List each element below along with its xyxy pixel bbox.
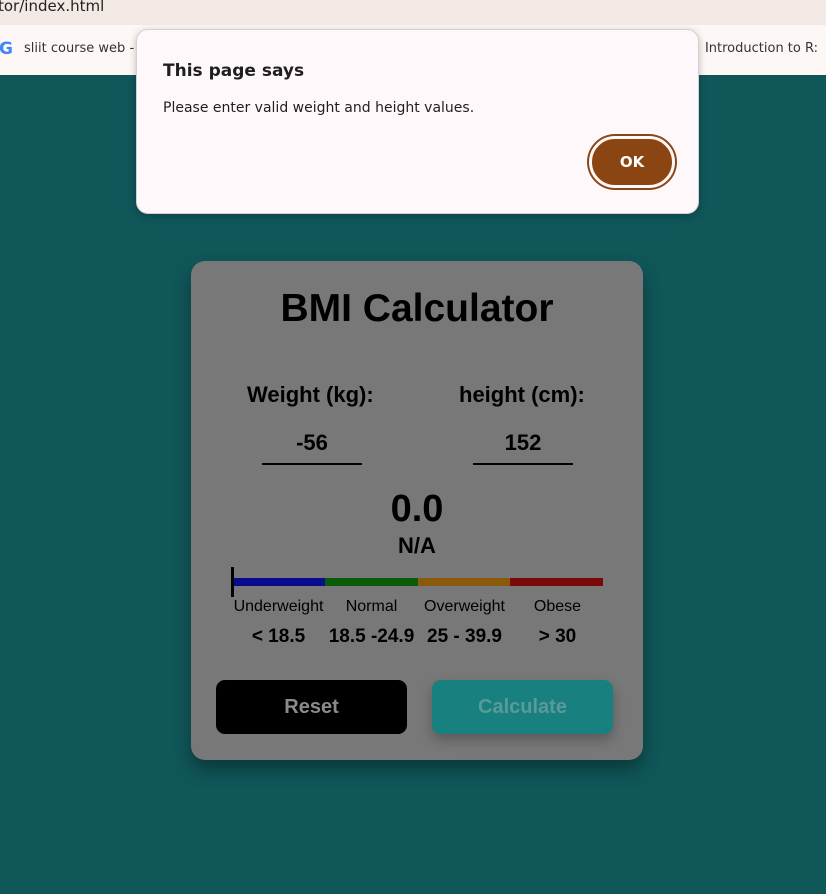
category-ranges: < 18.5 18.5 -24.9 25 - 39.9 > 30 [232,626,604,648]
category-range-obese: > 30 [538,626,577,647]
bookmark-label: Introduction to R: [704,41,819,56]
scale-segment-normal [324,578,418,586]
height-label: height (cm): [459,382,585,407]
category-label-normal: Normal [345,598,398,615]
scale-segment-overweight [417,578,511,586]
bmi-status: N/A [398,533,436,558]
google-icon: G [0,39,13,59]
scale-segment-obese [510,578,603,586]
dialog-message: Please enter valid weight and height val… [163,100,475,116]
bmi-scale [232,578,603,586]
category-labels: Underweight Normal Overweight Obese [232,598,604,616]
reset-button[interactable]: Reset [216,680,407,734]
weight-label: Weight (kg): [247,382,374,407]
calculate-button[interactable]: Calculate [432,680,613,734]
category-label-overweight: Overweight [424,598,505,615]
category-range-normal: 18.5 -24.9 [328,626,415,647]
bmi-calculator-card: BMI Calculator Weight (kg): height (cm):… [191,261,643,760]
bookmark-introduction-r[interactable]: ,Introduction to R: [694,41,818,56]
category-range-underweight: < 18.5 [251,626,306,647]
weight-input[interactable] [262,423,362,465]
alert-dialog: This page says Please enter valid weight… [136,29,699,214]
scale-segment-underweight [232,578,325,586]
calculator-title: BMI Calculator [280,287,554,330]
bookmark-sliit[interactable]: sliit course web - [24,41,134,56]
height-input[interactable] [473,423,573,465]
category-label-obese: Obese [533,598,582,615]
dialog-title: This page says [163,61,305,81]
url-text: tor/index.html [0,0,105,15]
bmi-value: 0.0 [390,488,444,530]
ok-button[interactable]: OK [589,136,675,188]
bmi-pointer [231,567,234,597]
address-bar[interactable]: tor/index.html [0,0,826,25]
category-label-underweight: Underweight [233,598,324,615]
category-range-overweight: 25 - 39.9 [427,626,502,647]
